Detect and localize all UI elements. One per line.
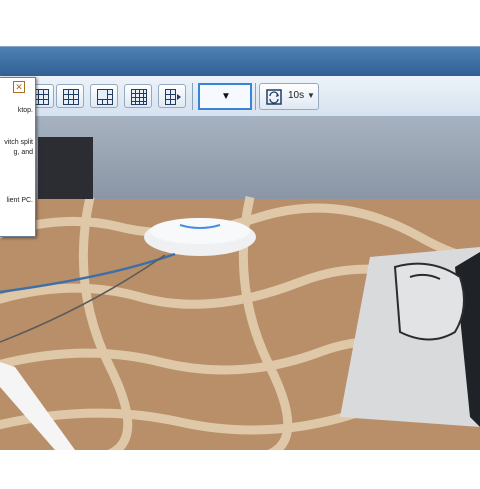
layout-button-3[interactable] xyxy=(90,84,118,108)
grid-4x4-icon xyxy=(131,89,147,105)
chevron-down-icon: ▼ xyxy=(307,91,315,100)
camera-video-view[interactable] xyxy=(0,117,480,450)
help-tooltip: ✕ ktop. vitch split g, and lient PC. xyxy=(0,77,36,237)
chevron-down-icon: ▼ xyxy=(221,91,231,102)
tooltip-line: g, and xyxy=(13,149,33,156)
grid-mixed-icon xyxy=(97,89,113,105)
layout-button-5[interactable] xyxy=(158,84,186,108)
toolbar-separator xyxy=(255,83,256,110)
toolbar: ▼ 10s ▼ xyxy=(0,76,480,117)
toolbar-separator xyxy=(192,83,193,110)
cycle-icon xyxy=(266,89,282,105)
cycle-interval-label: 10s xyxy=(288,90,305,101)
grid-play-icon xyxy=(165,89,181,105)
view-dropdown[interactable]: ▼ xyxy=(198,83,252,110)
grid-3x3-icon xyxy=(63,89,79,105)
tooltip-line: ktop. xyxy=(17,107,33,114)
layout-button-4[interactable] xyxy=(124,84,152,108)
cycle-interval-button[interactable]: 10s ▼ xyxy=(259,83,319,110)
bottom-area xyxy=(0,450,480,489)
close-icon[interactable]: ✕ xyxy=(13,81,25,93)
layout-button-2[interactable] xyxy=(56,84,84,108)
top-strip xyxy=(0,0,480,46)
camera-image xyxy=(0,137,480,450)
tooltip-line: lient PC. xyxy=(6,197,33,204)
tooltip-line: vitch split xyxy=(4,139,33,146)
window-titlebar xyxy=(0,46,480,77)
